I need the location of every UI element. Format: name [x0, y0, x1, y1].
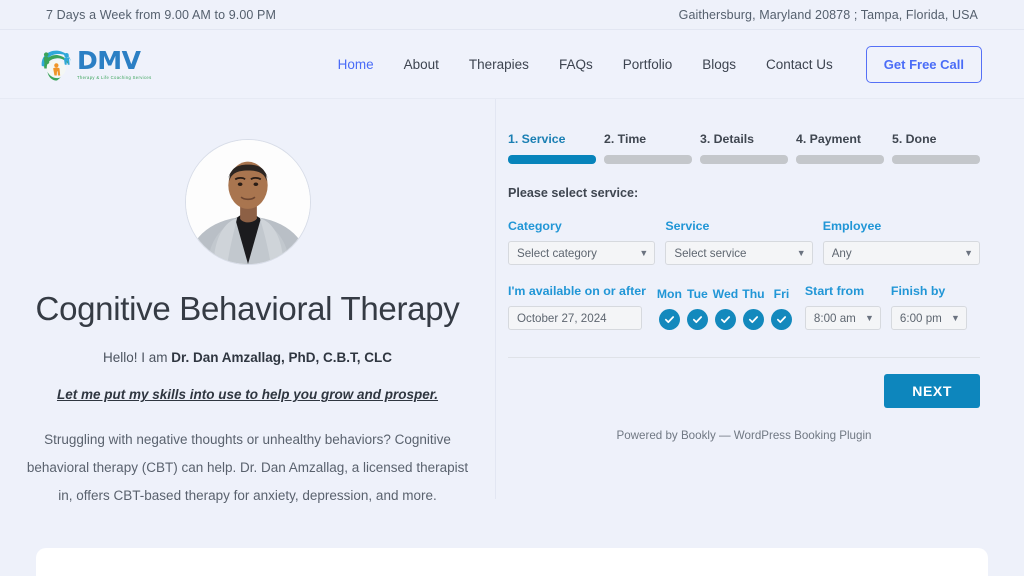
get-free-call-button[interactable]: Get Free Call [865, 45, 982, 83]
booking-column: 1. Service 2. Time 3. Details 4. Payment [496, 99, 1024, 499]
finish-by-select[interactable]: 6:00 pm ▼ [890, 306, 967, 330]
weekday-thu-label: Thu [742, 287, 765, 301]
logo-wordmark: DMV [77, 46, 141, 75]
page-root: 7 Days a Week from 9.00 AM to 9.00 PM Ga… [0, 0, 1024, 576]
start-from-value: 8:00 am [813, 311, 856, 325]
hero-greeting-name: Dr. Dan Amzallag, PhD, C.B.T, CLC [171, 350, 393, 366]
step-service[interactable]: 1. Service [508, 132, 596, 164]
employee-select-value: Any [831, 246, 852, 260]
step-time-bar [604, 155, 692, 164]
weekday-mon-label: Mon [656, 287, 682, 301]
top-info-bar: 7 Days a Week from 9.00 AM to 9.00 PM Ga… [0, 0, 1024, 30]
step-payment[interactable]: 4. Payment [796, 132, 884, 164]
employee-label: Employee [822, 219, 882, 233]
chevron-down-icon: ▼ [639, 247, 649, 258]
service-select[interactable]: Select service ▼ [665, 241, 813, 265]
hero-body-text: Struggling with negative thoughts or unh… [26, 432, 469, 503]
hero-greeting-prefix: Hello! I am [102, 350, 172, 366]
weekday-fri-label: Fri [773, 287, 790, 301]
hero-tagline: Let me put my skills into use to help yo… [56, 387, 439, 403]
service-label: Service [665, 219, 710, 233]
hero-section: Cognitive Behavioral Therapy Hello! I am… [0, 99, 1024, 503]
employee-field: Employee Any ▼ [822, 219, 980, 265]
finish-by-label: Finish by [890, 284, 946, 298]
step-time-label: 2. Time [604, 132, 647, 146]
logo-swirl-icon [38, 47, 76, 81]
start-from-field: Start from 8:00 am ▼ [804, 284, 881, 330]
step-service-label: 1. Service [508, 132, 566, 146]
service-field: Service Select service ▼ [665, 219, 813, 265]
date-field: I'm available on or after October 27, 20… [508, 284, 646, 330]
business-hours-text: 7 Days a Week from 9.00 AM to 9.00 PM [46, 7, 276, 22]
nav-item-about[interactable]: About [389, 57, 454, 72]
weekday-fri-checkbox[interactable] [770, 309, 792, 330]
step-payment-bar [796, 155, 884, 164]
booking-step-indicator: 1. Service 2. Time 3. Details 4. Payment [508, 132, 980, 164]
step-payment-label: 4. Payment [796, 132, 861, 146]
category-label: Category [508, 219, 562, 233]
step-time[interactable]: 2. Time [604, 132, 692, 164]
logo-tagline: Therapy & Life Coaching Services [77, 75, 152, 80]
finish-by-field: Finish by 6:00 pm ▼ [890, 284, 967, 330]
nav-item-home[interactable]: Home [323, 57, 389, 72]
start-from-select[interactable]: 8:00 am ▼ [804, 306, 881, 330]
weekday-mon-checkbox[interactable] [658, 309, 680, 330]
hero-intro-column: Cognitive Behavioral Therapy Hello! I am… [0, 99, 496, 503]
chevron-down-icon: ▼ [796, 247, 806, 258]
step-done-label: 5. Done [892, 132, 937, 146]
weekday-wed-label: Wed [712, 287, 739, 301]
weekday-wed: Wed [712, 287, 739, 330]
weekday-mon: Mon [656, 287, 682, 330]
step-details[interactable]: 3. Details [700, 132, 788, 164]
date-input-value: October 27, 2024 [517, 311, 607, 325]
category-select[interactable]: Select category ▼ [508, 241, 656, 265]
start-from-label: Start from [804, 284, 865, 298]
next-button[interactable]: NEXT [884, 374, 980, 408]
service-select-value: Select service [674, 246, 747, 260]
service-selection-row: Category Select category ▼ Service Selec… [508, 219, 980, 265]
main-navigation: Home About Therapies FAQs Portfolio Blog… [323, 45, 982, 83]
step-details-label: 3. Details [700, 132, 754, 146]
finish-by-value: 6:00 pm [899, 311, 942, 325]
powered-by-text: Powered by Bookly — WordPress Booking Pl… [616, 429, 872, 442]
bookly-form: 1. Service 2. Time 3. Details 4. Payment [508, 132, 980, 442]
weekday-wed-checkbox[interactable] [714, 309, 736, 330]
hero-greeting: Hello! I am Dr. Dan Amzallag, PhD, C.B.T… [103, 350, 392, 365]
step-service-bar [508, 155, 596, 164]
business-locations-text: Gaithersburg, Maryland 20878 ; Tampa, Fl… [678, 7, 978, 22]
form-divider [508, 357, 980, 358]
nav-item-faqs[interactable]: FAQs [544, 57, 608, 72]
nav-item-contact-us[interactable]: Contact Us [751, 57, 848, 72]
bottom-content-card [36, 548, 988, 576]
weekday-tue-label: Tue [687, 287, 708, 301]
date-input[interactable]: October 27, 2024 [508, 306, 642, 330]
form-actions: NEXT [508, 374, 980, 408]
nav-item-portfolio[interactable]: Portfolio [608, 57, 688, 72]
nav-item-therapies[interactable]: Therapies [454, 57, 544, 72]
weekday-tue: Tue [686, 287, 709, 330]
nav-item-blogs[interactable]: Blogs [687, 57, 751, 72]
weekday-thu-checkbox[interactable] [742, 309, 764, 330]
available-on-or-after-label: I'm available on or after [508, 284, 646, 298]
weekday-tue-checkbox[interactable] [686, 309, 708, 330]
chevron-down-icon: ▼ [964, 247, 973, 258]
chevron-down-icon: ▼ [865, 312, 874, 323]
therapist-avatar [184, 139, 311, 265]
category-field: Category Select category ▼ [508, 219, 656, 265]
select-service-prompt: Please select service: [508, 186, 639, 200]
step-done-bar [892, 155, 980, 164]
site-logo[interactable]: DMV Therapy & Life Coaching Services [38, 47, 298, 81]
weekday-thu: Thu [742, 287, 765, 330]
step-done[interactable]: 5. Done [892, 132, 980, 164]
availability-row: I'm available on or after October 27, 20… [508, 284, 980, 330]
chevron-down-icon: ▼ [951, 312, 960, 323]
page-title: Cognitive Behavioral Therapy [35, 290, 460, 327]
weekday-checkbox-group: Mon Tue Wed Thu Fri [656, 287, 793, 330]
employee-select[interactable]: Any ▼ [822, 241, 980, 265]
category-select-value: Select category [517, 246, 597, 260]
weekday-fri: Fri [770, 287, 793, 330]
step-details-bar [700, 155, 788, 164]
site-header: DMV Therapy & Life Coaching Services Hom… [0, 30, 1024, 99]
